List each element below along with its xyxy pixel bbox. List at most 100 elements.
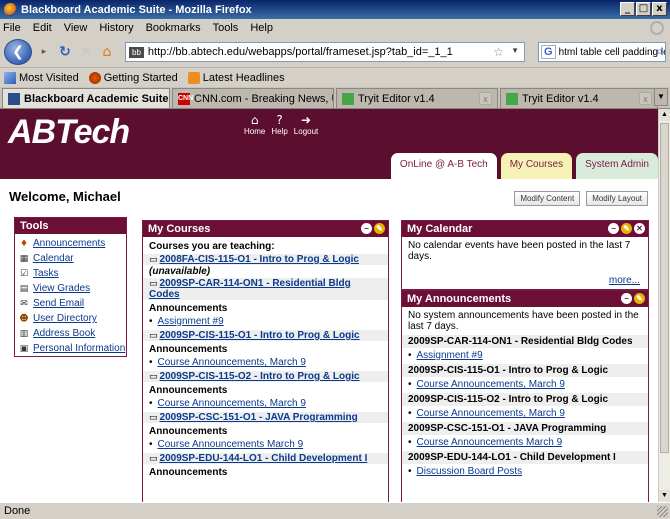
course-link[interactable]: ▭ 2008FA-CIS-115-O1 - Intro to Prog & Log… [143,254,388,265]
scroll-up-icon[interactable]: ▲ [659,109,670,121]
search-bar[interactable]: G html table cell padding le ⌕ [538,42,666,62]
minimize-button[interactable]: _ [620,2,635,16]
minimize-module-icon[interactable]: − [608,223,619,234]
menu-view[interactable]: View [64,22,88,34]
tab-system-admin[interactable]: System Admin [576,153,658,179]
home-icon[interactable]: ⌂ [98,41,116,63]
bookmark-getting-started[interactable]: Getting Started [88,71,178,84]
menu-history[interactable]: History [99,22,133,34]
tool-personal-information[interactable]: ▣ Personal Information [19,341,126,356]
edit-module-icon[interactable]: ✎ [634,293,645,304]
modify-layout-button[interactable]: Modify Layout [586,191,648,206]
tools-module: Tools ♦ Announcements ▦ Calendar ☑ Tasks ▤ V… [14,217,127,357]
announcements-icon: ♦ [19,238,29,249]
tool-calendar[interactable]: ▦ Calendar [19,251,126,266]
site-identity-icon[interactable]: bb [129,46,144,58]
home-icon: ⌂ [250,113,259,127]
home-link[interactable]: ⌂ Home [244,113,265,136]
course-link[interactable]: ▭ 2009SP-CAR-114-ON1 - Residential Bldg C… [143,278,388,300]
search-icon[interactable]: ⌕ [656,44,663,59]
calendar-more-link[interactable]: more... [609,275,640,286]
tab-close-icon[interactable]: x [479,92,492,105]
teaching-label: Courses you are teaching: [149,241,275,252]
announcement-item: Course Announcements March 9 [149,439,382,450]
tool-tasks[interactable]: ☑ Tasks [19,266,126,281]
menu-edit[interactable]: Edit [33,22,52,34]
course-book-icon: ▭ [149,413,158,423]
minimize-module-icon[interactable]: − [361,223,372,234]
course-link[interactable]: ▭ 2009SP-EDU-144-LO1 - Child Development … [143,453,388,464]
my-calendar-title: My Calendar − ✎ ✕ [402,221,648,237]
unavailable-label: (unavailable) [149,266,211,277]
email-icon: ✉ [20,298,28,309]
menu-tools[interactable]: Tools [213,22,239,34]
forward-arrow-icon[interactable]: ▸ [35,41,53,63]
tab-list-dropdown[interactable]: ▼ [654,88,668,106]
menu-bookmarks[interactable]: Bookmarks [146,22,201,34]
my-courses-title: My Courses − ✎ [143,221,388,237]
reload-icon[interactable]: ↻ [56,41,74,63]
bookmark-latest-headlines[interactable]: Latest Headlines [187,71,285,84]
tryit-favicon [342,92,354,105]
rss-icon [187,71,200,84]
announcement-course: 2009SP-CIS-115-O1 - Intro to Prog & Logi… [402,364,648,377]
abtech-logo[interactable]: ABTech [8,113,130,152]
tab-tryit-2[interactable]: Tryit Editor v1.4 x [500,88,658,108]
minimize-module-icon[interactable]: − [621,293,632,304]
tasks-icon: ☑ [19,268,29,279]
blackboard-favicon [8,92,20,105]
tool-announcements[interactable]: ♦ Announcements [19,236,126,251]
edit-module-icon[interactable]: ✎ [621,223,632,234]
close-button[interactable]: x [652,2,667,16]
calendar-icon: ▦ [19,253,29,264]
search-engine-icon[interactable]: G [541,45,556,59]
status-text: Done [4,505,31,517]
announcement-course: 2009SP-CIS-115-O2 - Intro to Prog & Logi… [402,393,648,406]
announcement-course: 2009SP-CSC-151-O1 - JAVA Programming [402,422,648,435]
course-link[interactable]: ▭ 2009SP-CSC-151-O1 - JAVA Programming [143,412,388,423]
menu-file[interactable]: File [3,22,21,34]
page-scrollbar[interactable]: ▲ ▼ [658,109,670,502]
firefox-bookmark-icon [88,71,101,84]
url-dropdown-icon[interactable]: ▼ [511,46,519,55]
calendar-message: No calendar events have been posted in t… [408,240,631,262]
modify-content-button[interactable]: Modify Content [514,191,581,206]
back-arrow-icon[interactable]: ❮ [4,39,32,65]
announcement-item: Assignment #9 [149,316,382,327]
help-link[interactable]: ? Help [271,113,287,136]
my-calendar-module: My Calendar − ✎ ✕ No calendar events hav… [401,220,649,290]
announcement-item: Course Announcements, March 9 [149,398,382,409]
tab-blackboard[interactable]: Blackboard Academic Suite x [2,88,170,108]
scroll-thumb[interactable] [660,123,669,453]
user-directory-icon: ☻ [19,313,29,324]
scroll-down-icon[interactable]: ▼ [659,490,670,502]
menu-help[interactable]: Help [250,22,273,34]
url-bar[interactable]: bb http://bb.abtech.edu/webapps/portal/f… [125,42,525,62]
tool-view-grades[interactable]: ▤ View Grades [19,281,126,296]
course-link[interactable]: ▭ 2009SP-CIS-115-O1 - Intro to Prog & Log… [143,330,388,341]
close-module-icon[interactable]: ✕ [634,223,645,234]
logout-link[interactable]: ➜ Logout [294,113,318,136]
tab-online-abtech[interactable]: OnLine @ A-B Tech [390,153,497,179]
tab-cnn[interactable]: CNN CNN.com - Breaking News, U.S.,... x [172,88,334,108]
course-link[interactable]: ▭ 2009SP-CIS-115-O2 - Intro to Prog & Log… [143,371,388,382]
tryit-favicon [506,92,518,105]
grades-icon: ▤ [19,283,29,294]
search-input[interactable]: html table cell padding le [559,47,665,58]
course-book-icon: ▭ [149,255,158,265]
announcements-label: Announcements [149,303,228,314]
bookmark-most-visited[interactable]: Most Visited [4,71,79,84]
edit-module-icon[interactable]: ✎ [374,223,385,234]
tool-send-email[interactable]: ✉ Send Email [19,296,126,311]
tab-tryit-1[interactable]: Tryit Editor v1.4 x [336,88,498,108]
maximize-button[interactable]: □ [636,2,651,16]
most-visited-icon [4,71,16,84]
tool-address-book[interactable]: ▥ Address Book [19,326,126,341]
tab-my-courses[interactable]: My Courses [500,153,573,179]
resize-grip[interactable] [657,506,668,517]
stop-icon[interactable]: ✕ [77,41,95,63]
tab-close-icon[interactable]: x [639,92,652,105]
bookmark-star-icon[interactable]: ☆ [493,45,504,59]
announcements-message: No system announcements have been posted… [408,310,639,332]
tool-user-directory[interactable]: ☻ User Directory [19,311,126,326]
